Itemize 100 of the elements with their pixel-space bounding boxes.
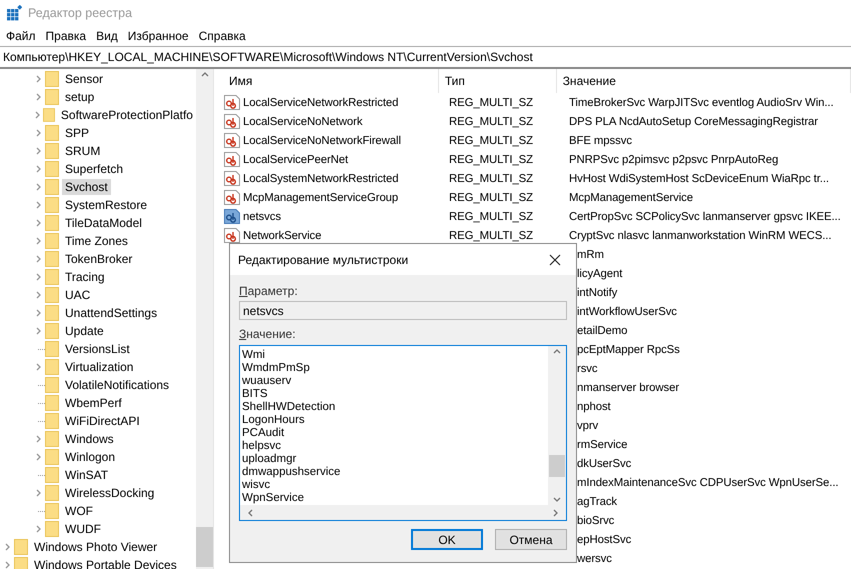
table-cell-text: BFE mpssvc [568,134,632,146]
tree-item[interactable]: VersionsList [62,341,133,357]
tree-item[interactable]: Winlogon [62,449,118,465]
folder-icon [45,197,59,213]
cancel-button[interactable]: Отмена [495,529,567,550]
tree-item[interactable]: WinSAT [62,467,112,483]
table-cell: LocalServiceNetworkRestricted [243,96,398,108]
folder-icon [45,71,59,87]
scrollbar[interactable] [240,505,566,520]
tree-item[interactable]: WirelessDocking [62,485,158,501]
folder-icon [45,233,59,249]
input-field[interactable]: netsvcs [239,301,567,320]
scrollbar-thumb[interactable] [549,455,565,477]
tree-item[interactable]: WOF [62,503,96,519]
folder-icon [45,215,59,231]
table-cell-text: nmanserver browser [576,382,680,394]
scrollbar[interactable] [548,346,566,505]
folder-icon [45,503,59,519]
folder-icon [45,485,59,501]
tree-item[interactable]: TileDataModel [62,215,145,231]
tree-item[interactable]: Svchost [62,179,111,195]
tree-item[interactable]: Windows Photo Viewer [31,539,160,555]
table-cell-text: wersvc [576,552,612,564]
menu-item[interactable]: Правка [40,29,92,43]
folder-icon [45,125,59,141]
text-line: WpnService [242,492,305,505]
tree-item[interactable]: Update [62,323,107,339]
table-cell: REG_MULTI_SZ [449,154,534,166]
folder-icon [45,359,59,375]
text-line: PCAudit [242,427,286,440]
tree-item[interactable]: VolatileNotifications [62,377,172,393]
menu-item[interactable]: Избранное [122,29,194,43]
tree-item[interactable]: Tracing [62,269,108,285]
table-cell-text: mRm [576,248,604,260]
table-cell-text: TimeBrokerSvc WarpJITSvc eventlog AudioSrv Win... [568,96,834,108]
scrollbar-thumb[interactable] [196,527,213,567]
table-cell-text: HvHost WdiSystemHost ScDeviceEnum WiaRpc tr... [568,172,829,184]
tree-item[interactable]: WiFiDirectAPI [62,413,143,429]
tree-item[interactable]: Superfetch [62,161,126,177]
column-header[interactable]: Имя [223,69,439,93]
table-cell: REG_MULTI_SZ [449,210,534,222]
folder-icon [45,161,59,177]
tree-item[interactable]: WUDF [62,521,104,537]
table-cell-text: mIndexMaintenanceSvc CDPUserSvc WpnUserSe... [576,476,838,488]
table-cell-text: etailDemo [576,324,628,336]
folder-icon [45,89,59,105]
tree-item[interactable]: Time Zones [62,233,131,249]
tree-item[interactable]: SRUM [62,143,104,159]
table-cell: REG_MULTI_SZ [449,172,534,184]
folder-icon [14,539,28,555]
tree-item[interactable]: Sensor [62,71,106,87]
column-header[interactable]: Значение [556,69,851,93]
tree-item[interactable]: Virtualization [62,359,136,375]
column-header[interactable]: Тип [438,69,557,93]
table-cell-text: PNRPSvc p2pimsvc p2psvc PnrpAutoReg [568,154,778,166]
table-cell: McpManagementServiceGroup [243,192,398,204]
table-cell: LocalServiceNoNetworkFirewall [243,134,401,146]
folder-icon [45,413,59,429]
folder-icon [45,269,59,285]
menu-item[interactable]: Вид [91,29,123,43]
tree-item[interactable]: TokenBroker [62,251,136,267]
ok-button[interactable]: OK [411,529,483,550]
folder-icon [45,179,59,195]
menu-item[interactable]: Файл [1,29,41,43]
table-cell: REG_MULTI_SZ [449,192,534,204]
tree-item[interactable]: setup [62,89,98,105]
folder-icon [45,521,59,537]
text-area[interactable]: Wmi WmdmPmSp wuauserv BITS ShellHWDetection LogonHours PCAudit helpsvc uploadmgr dmwappushservice wisvc WpnService [239,345,567,521]
table-cell-text: licyAgent [576,268,622,280]
tree-item[interactable]: UnattendSettings [62,305,160,321]
menu-item[interactable]: Справка [194,29,251,43]
text-line: LogonHours [242,414,306,427]
folder-icon [45,143,59,159]
window-title: Редактор реестра [28,6,132,20]
table-cell: NetworkService [243,230,322,242]
table-cell: REG_MULTI_SZ [449,230,534,242]
text-line: ShellHWDetection [242,401,336,414]
tree-item[interactable]: Windows Portable Devices [31,557,180,569]
tree-item[interactable]: SoftwareProtectionPlatfo [58,107,196,123]
tree-item[interactable]: Windows [62,431,117,447]
table-cell: REG_MULTI_SZ [449,116,534,128]
text-line: helpsvc [242,440,282,453]
table-cell: REG_MULTI_SZ [449,96,534,108]
text-line: wisvc [242,479,272,492]
tree-item[interactable]: WbemPerf [62,395,125,411]
text-line: wuauserv [242,375,292,388]
address-bar[interactable]: Компьютер\HKEY_LOCAL_MACHINE\SOFTWARE\Microsoft\Windows NT\CurrentVersion\Svchost [0,46,851,69]
tree-item[interactable]: SystemRestore [62,197,150,213]
table-cell-text: nphost [576,400,611,412]
table-cell-text: intWorkflowUserSvc [576,306,677,318]
scrollbar[interactable] [196,69,213,569]
folder-icon [45,431,59,447]
text-line: BITS [242,388,269,401]
table-cell-text: epHostSvc [576,534,632,546]
folder-icon [45,395,59,411]
tree-item[interactable]: UAC [62,287,94,303]
field-label: Значение: [239,327,296,341]
tree-item[interactable]: SPP [62,125,92,141]
table-cell: REG_MULTI_SZ [449,134,534,146]
table-cell: netsvcs [243,210,281,222]
